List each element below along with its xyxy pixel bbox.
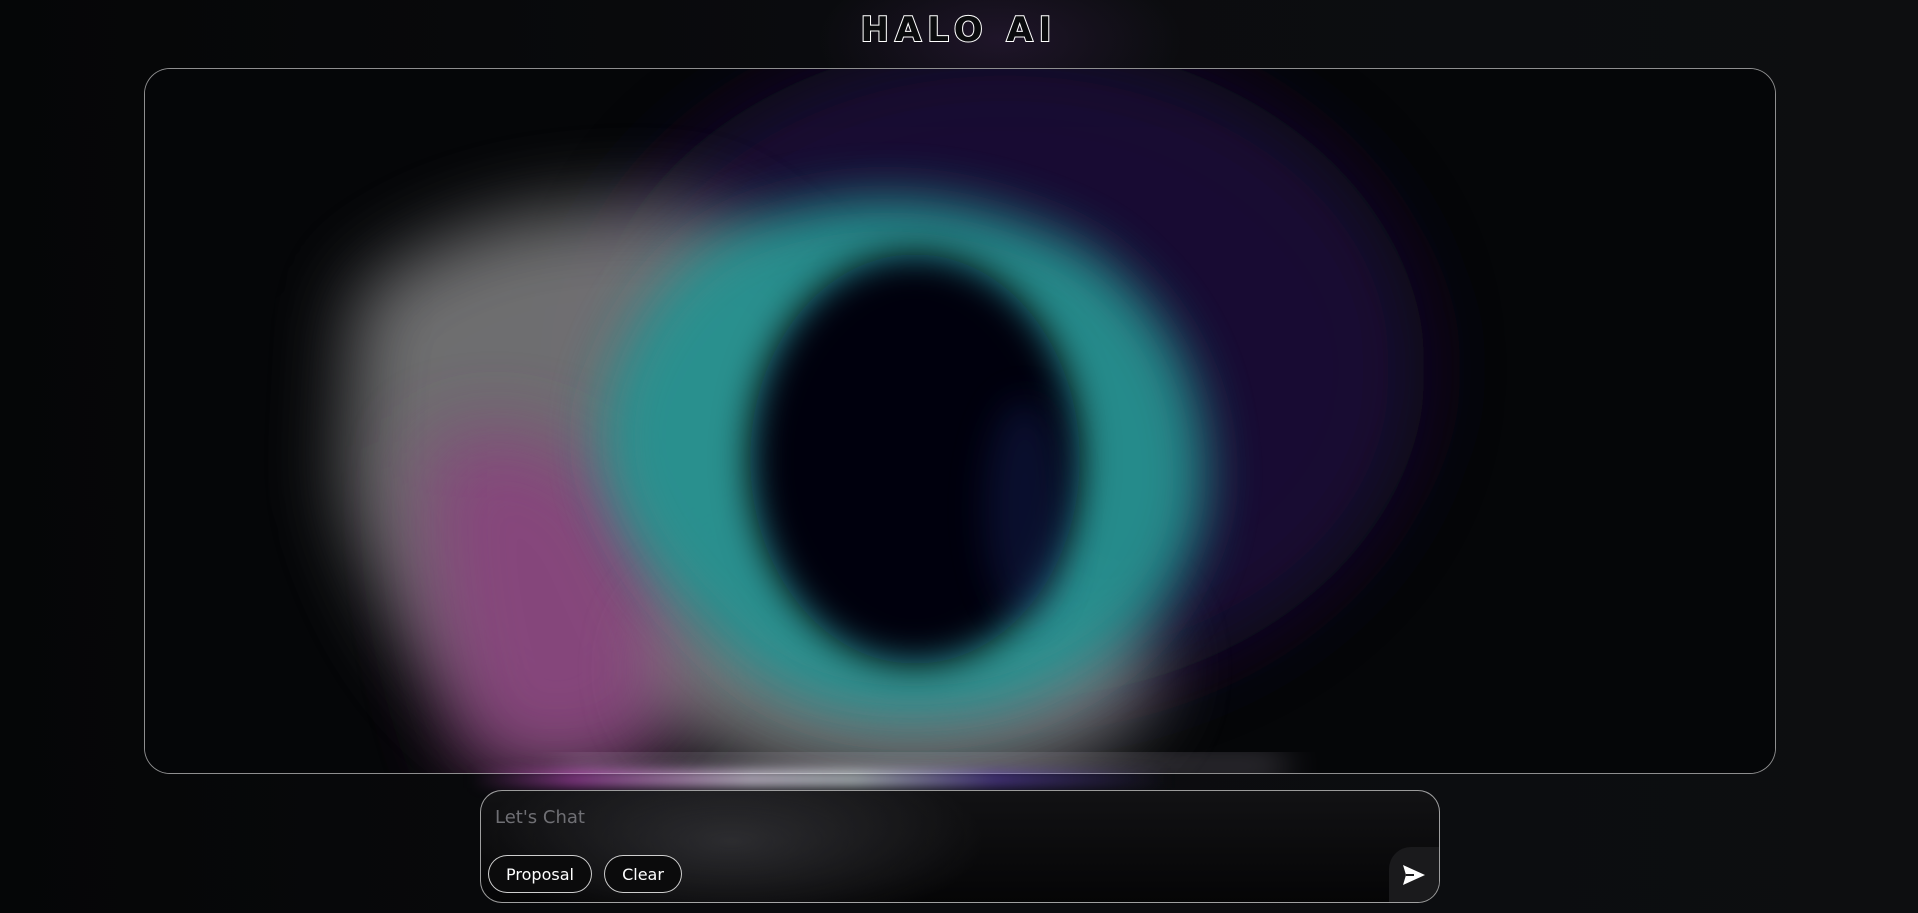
- app-title: HALO AI: [860, 9, 1058, 51]
- send-button[interactable]: [1389, 847, 1439, 902]
- app-root: HALO AI Let's Chat Proposal Clear: [0, 0, 1918, 913]
- halo-visual-panel: [144, 68, 1776, 774]
- proposal-button[interactable]: Proposal: [488, 855, 592, 893]
- chat-box: Proposal Clear: [480, 790, 1440, 903]
- halo-orb-visual: [145, 69, 1775, 773]
- send-icon: [1403, 865, 1425, 885]
- chat-input[interactable]: [493, 801, 1397, 833]
- glow-strip: [470, 770, 1170, 788]
- clear-button[interactable]: Clear: [604, 855, 682, 893]
